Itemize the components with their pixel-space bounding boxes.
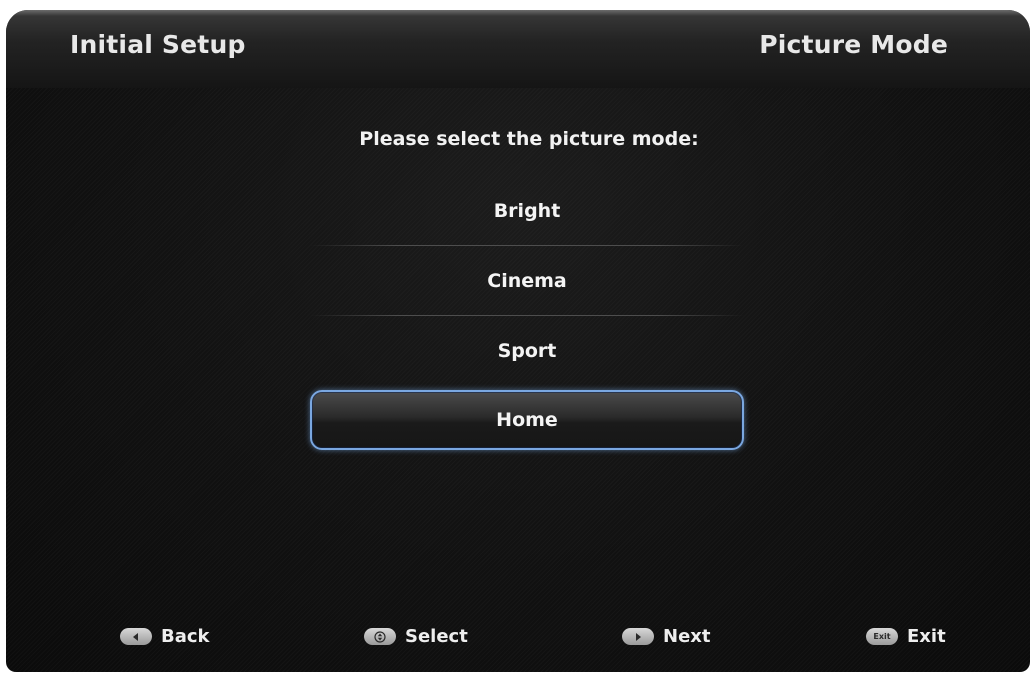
exit-label: Exit [907, 626, 946, 647]
back-hint[interactable]: Back [120, 626, 210, 647]
back-label: Back [161, 626, 210, 647]
option-cinema[interactable]: Cinema [310, 246, 744, 316]
picture-mode-list: Bright Cinema Sport Home [310, 176, 744, 450]
header-sheen [6, 10, 1030, 16]
up-down-icon [364, 628, 396, 645]
header-title: Initial Setup [70, 30, 246, 59]
next-label: Next [663, 626, 711, 647]
footer-hints: Back Select Next Exit Exit [6, 612, 1030, 672]
right-arrow-icon [622, 628, 654, 645]
exit-hint[interactable]: Exit Exit [866, 626, 946, 647]
left-arrow-icon [120, 628, 152, 645]
next-hint[interactable]: Next [622, 626, 711, 647]
option-sport[interactable]: Sport [310, 316, 744, 386]
select-hint[interactable]: Select [364, 626, 468, 647]
select-label: Select [405, 626, 468, 647]
option-bright[interactable]: Bright [310, 176, 744, 246]
exit-key-icon: Exit [866, 628, 898, 645]
tv-screen: Initial Setup Picture Mode Please select… [6, 10, 1030, 672]
prompt-text: Please select the picture mode: [359, 128, 699, 150]
header-bar: Initial Setup Picture Mode [6, 10, 1030, 88]
option-home[interactable]: Home [310, 390, 744, 450]
page-title: Picture Mode [759, 30, 948, 59]
